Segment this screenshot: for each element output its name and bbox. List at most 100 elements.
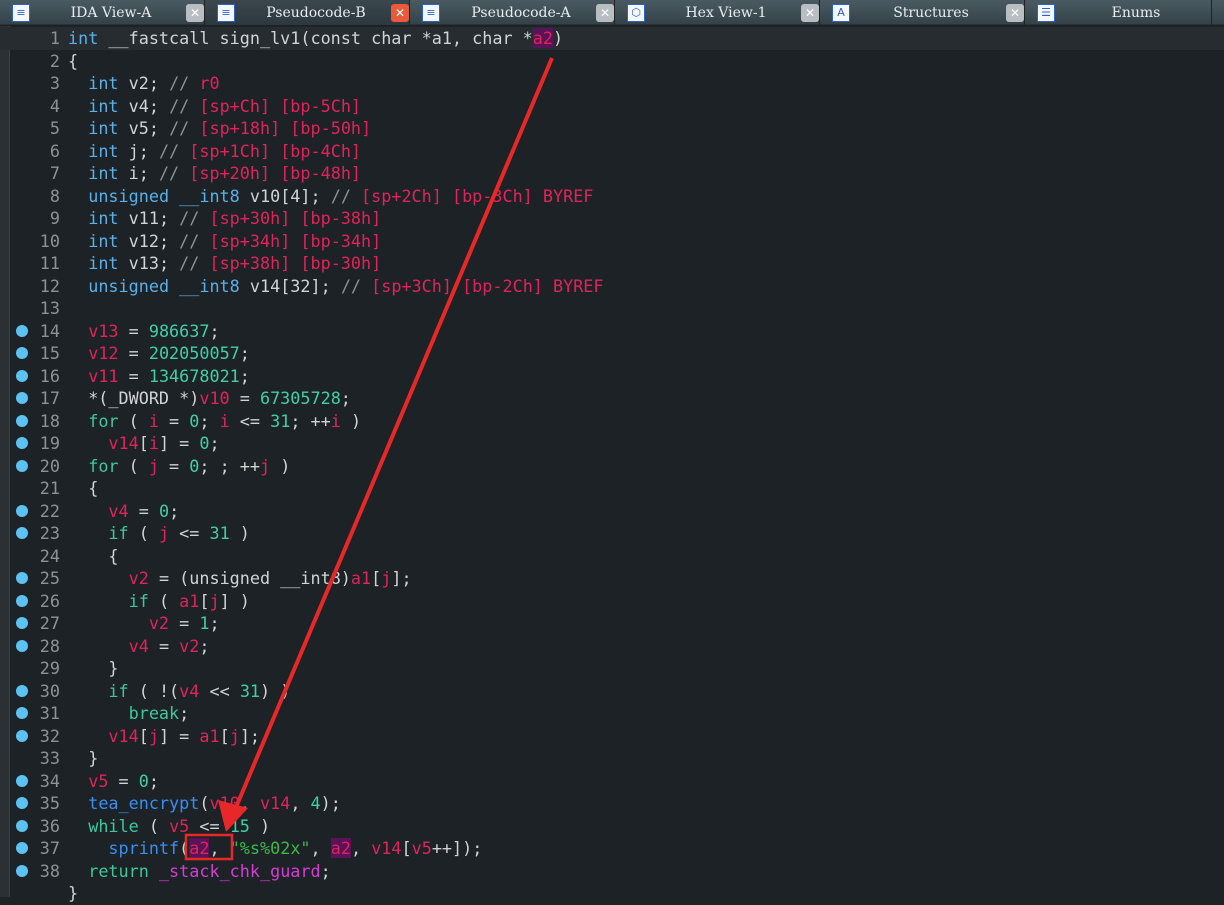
- code-line[interactable]: 12 unsigned __int8 v14[32]; // [sp+3Ch] …: [0, 275, 1224, 298]
- token-var[interactable]: v4: [108, 501, 128, 521]
- code-line[interactable]: 25 v2 = (unsigned __int8)a1[j];: [0, 567, 1224, 590]
- code-line[interactable]: 20 for ( j = 0; ; ++j ): [0, 455, 1224, 478]
- code-line[interactable]: 37 sprintf(a2, "%s%02x", a2, v14[v5++]);: [0, 837, 1224, 860]
- code-line[interactable]: 21 {: [0, 477, 1224, 500]
- token-var[interactable]: v14: [108, 726, 138, 746]
- token-var[interactable]: a1: [179, 591, 199, 611]
- code-line[interactable]: 35 tea_encrypt(v10, v14, 4);: [0, 792, 1224, 815]
- token-var[interactable]: v11: [88, 366, 118, 386]
- token-var[interactable]: i: [149, 433, 159, 453]
- token-var[interactable]: [sp+Ch] [bp-5Ch]: [199, 96, 361, 116]
- code-line[interactable]: 4 int v4; // [sp+Ch] [bp-5Ch]: [0, 95, 1224, 118]
- code-line[interactable]: }: [0, 882, 1224, 905]
- code-line[interactable]: 11 int v13; // [sp+38h] [bp-30h]: [0, 252, 1224, 275]
- token-var[interactable]: v5: [412, 838, 432, 858]
- code-line[interactable]: 5 int v5; // [sp+18h] [bp-50h]: [0, 117, 1224, 140]
- token-var[interactable]: [sp+38h] [bp-30h]: [209, 253, 381, 273]
- code-line[interactable]: 14 v13 = 986637;: [0, 320, 1224, 343]
- token-var[interactable]: v12: [88, 343, 118, 363]
- code-line[interactable]: 38 return _stack_chk_guard;: [0, 860, 1224, 883]
- token-hl[interactable]: a2: [330, 838, 351, 858]
- code-line[interactable]: 34 v5 = 0;: [0, 770, 1224, 793]
- close-icon[interactable]: ✕: [1006, 3, 1024, 22]
- token-var[interactable]: i: [149, 411, 159, 431]
- token-var[interactable]: v14: [108, 433, 138, 453]
- code-line[interactable]: 22 v4 = 0;: [0, 500, 1224, 523]
- token-var[interactable]: v5: [88, 771, 108, 791]
- code-line[interactable]: 26 if ( a1[j] ): [0, 590, 1224, 613]
- token-var[interactable]: v2: [179, 636, 199, 656]
- token-var[interactable]: v5: [169, 816, 189, 836]
- tab-pseudocode-a[interactable]: ≡ Pseudocode-A ✕: [410, 0, 615, 25]
- token-var[interactable]: j: [260, 456, 270, 476]
- close-icon[interactable]: ✕: [596, 3, 614, 22]
- tab-ida-view-a[interactable]: ≡ IDA View-A ✕: [0, 0, 205, 25]
- token-var[interactable]: j: [209, 591, 219, 611]
- code-line[interactable]: 33 }: [0, 747, 1224, 770]
- code-line[interactable]: 6 int j; // [sp+1Ch] [bp-4Ch]: [0, 140, 1224, 163]
- token-var[interactable]: [sp+1Ch] [bp-4Ch]: [189, 141, 361, 161]
- code-line[interactable]: 1 int __fastcall sign_lv1(const char *a1,…: [0, 27, 1224, 50]
- token-hl[interactable]: a2: [532, 28, 553, 48]
- token-var[interactable]: [sp+2Ch] [bp-3Ch] BYREF: [361, 186, 593, 206]
- token-fn[interactable]: tea_encrypt: [88, 793, 199, 813]
- token-var[interactable]: [sp+34h] [bp-34h]: [209, 231, 381, 251]
- code-line[interactable]: 10 int v12; // [sp+34h] [bp-34h]: [0, 230, 1224, 253]
- token-fn[interactable]: sprintf: [108, 838, 179, 858]
- tab-structures[interactable]: A Structures ✕: [820, 0, 1025, 25]
- token-var[interactable]: v2: [129, 568, 149, 588]
- token-var[interactable]: i: [220, 411, 230, 431]
- tab-pseudocode-b[interactable]: ≡ Pseudocode-B ✕: [205, 0, 410, 25]
- token-var[interactable]: v14: [371, 838, 401, 858]
- token-var[interactable]: j: [159, 523, 169, 543]
- token-var[interactable]: [sp+18h] [bp-50h]: [199, 118, 371, 138]
- code-line[interactable]: 24 {: [0, 545, 1224, 568]
- close-icon[interactable]: ✕: [801, 3, 819, 22]
- token-var[interactable]: [sp+3Ch] [bp-2Ch] BYREF: [371, 276, 603, 296]
- code-line[interactable]: 9 int v11; // [sp+30h] [bp-38h]: [0, 207, 1224, 230]
- code-line[interactable]: 29 }: [0, 657, 1224, 680]
- code-line[interactable]: 32 v14[j] = a1[j];: [0, 725, 1224, 748]
- token-var[interactable]: v13: [88, 321, 118, 341]
- code-line[interactable]: 8 unsigned __int8 v10[4]; // [sp+2Ch] [b…: [0, 185, 1224, 208]
- token-var[interactable]: r0: [199, 73, 219, 93]
- token-var[interactable]: a1: [351, 568, 371, 588]
- close-icon[interactable]: ✕: [391, 3, 409, 22]
- token-var[interactable]: v10: [209, 793, 239, 813]
- code-line[interactable]: 28 v4 = v2;: [0, 635, 1224, 658]
- token-var[interactable]: v4: [179, 681, 199, 701]
- code-line[interactable]: 31 break;: [0, 702, 1224, 725]
- token-var[interactable]: [sp+20h] [bp-48h]: [189, 163, 361, 183]
- line-number: 30: [39, 680, 60, 701]
- token-var[interactable]: i: [331, 411, 341, 431]
- code-line[interactable]: 13: [0, 297, 1224, 320]
- token-num: 15: [229, 815, 250, 836]
- code-line[interactable]: 17 *(_DWORD *)v10 = 67305728;: [0, 387, 1224, 410]
- code-line[interactable]: 23 if ( j <= 31 ): [0, 522, 1224, 545]
- code-line[interactable]: 3 int v2; // r0: [0, 72, 1224, 95]
- close-icon[interactable]: ✕: [186, 3, 204, 22]
- token-hl[interactable]: a2: [189, 838, 210, 858]
- code-line[interactable]: 2{: [0, 50, 1224, 73]
- code-line[interactable]: 15 v12 = 202050057;: [0, 342, 1224, 365]
- code-line[interactable]: 19 v14[i] = 0;: [0, 432, 1224, 455]
- token-var[interactable]: v14: [260, 793, 290, 813]
- token-var[interactable]: v4: [129, 636, 149, 656]
- code-line[interactable]: 27 v2 = 1;: [0, 612, 1224, 635]
- token-var[interactable]: a1: [199, 726, 219, 746]
- code-line[interactable]: 36 while ( v5 <= 15 ): [0, 815, 1224, 838]
- token-var[interactable]: v10: [199, 388, 229, 408]
- token-var[interactable]: j: [149, 726, 159, 746]
- token-var[interactable]: j: [230, 726, 240, 746]
- code-line[interactable]: 7 int i; // [sp+20h] [bp-48h]: [0, 162, 1224, 185]
- pseudocode-editor[interactable]: 1 int __fastcall sign_lv1(const char *a1,…: [0, 27, 1224, 905]
- token-var[interactable]: j: [381, 568, 391, 588]
- tab-enums[interactable]: ☰ Enums: [1025, 0, 1212, 25]
- code-line[interactable]: 16 v11 = 134678021;: [0, 365, 1224, 388]
- code-line[interactable]: 18 for ( i = 0; i <= 31; ++i ): [0, 410, 1224, 433]
- code-line[interactable]: 30 if ( !(v4 << 31) ): [0, 680, 1224, 703]
- tab-hex-view-1[interactable]: ⬡ Hex View-1 ✕: [615, 0, 820, 25]
- token-var[interactable]: [sp+30h] [bp-38h]: [209, 208, 381, 228]
- token-var[interactable]: v2: [149, 613, 169, 633]
- token-var[interactable]: j: [149, 456, 159, 476]
